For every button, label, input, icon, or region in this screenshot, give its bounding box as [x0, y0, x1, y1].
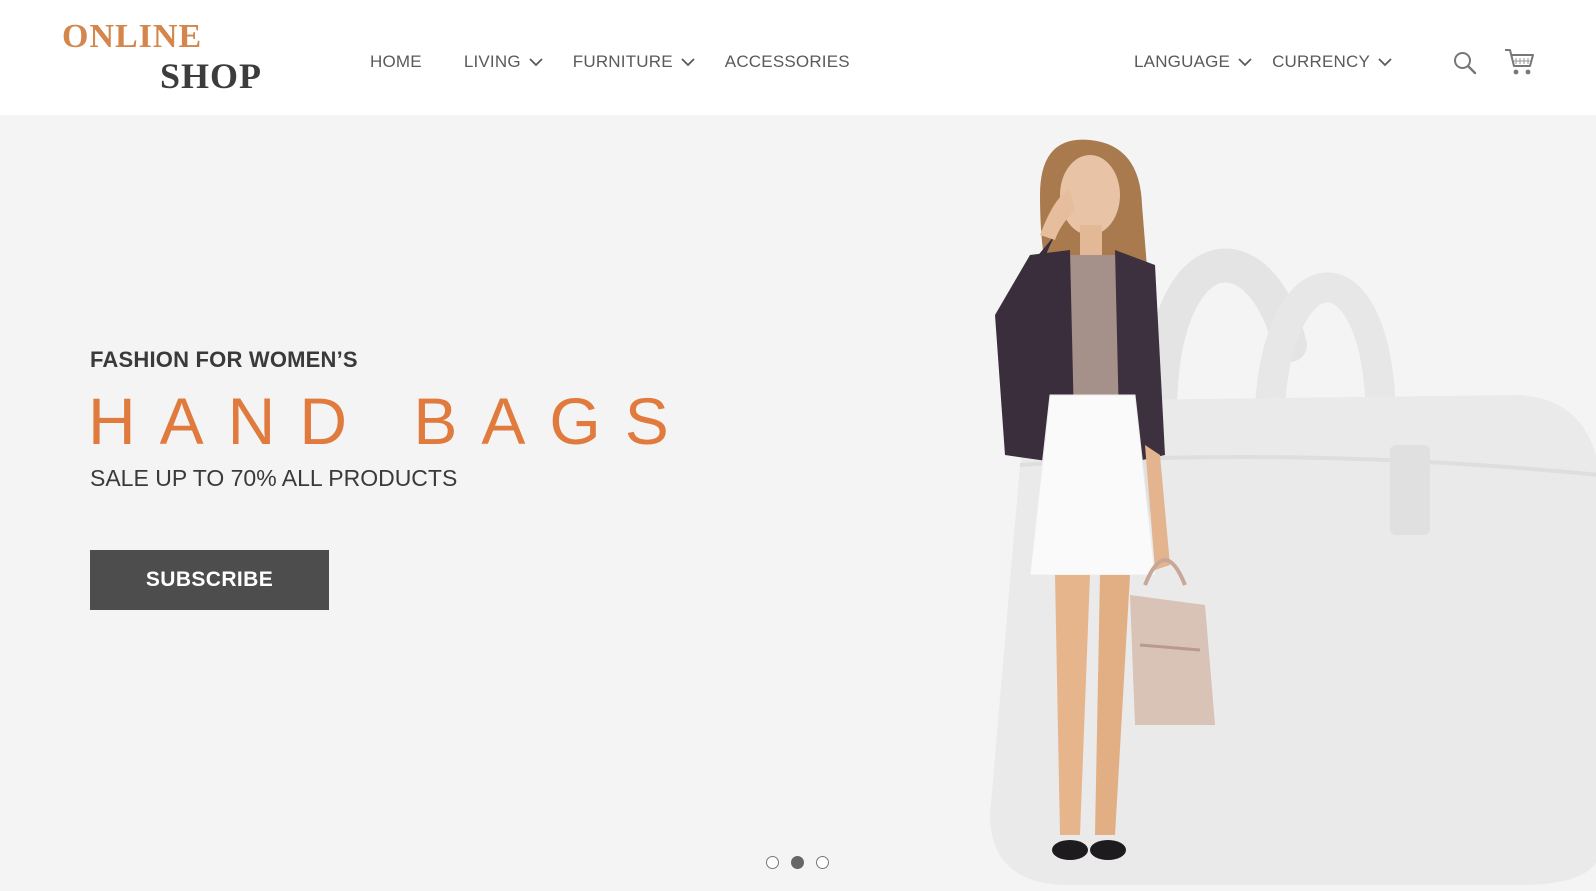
main-nav: HOME LIVING FURNITURE ACCESSORIES	[370, 51, 850, 73]
site-logo[interactable]: ONLINE SHOP	[62, 18, 263, 96]
nav-furniture-label: FURNITURE	[572, 52, 673, 71]
nav-home-label: HOME	[370, 52, 422, 71]
chevron-down-icon	[681, 57, 695, 67]
carousel-dots	[766, 856, 829, 869]
chevron-down-icon	[1378, 57, 1392, 67]
logo-line-online: ONLINE	[62, 18, 203, 55]
logo-line-shop: SHOP	[160, 56, 263, 96]
language-dropdown[interactable]: LANGUAGE	[1134, 52, 1252, 72]
hero-image	[960, 115, 1596, 891]
hero-illustration	[990, 139, 1596, 885]
carousel-dot-3[interactable]	[816, 856, 829, 869]
nav-accessories[interactable]: ACCESSORIES	[725, 52, 850, 72]
nav-accessories-label: ACCESSORIES	[724, 52, 850, 71]
chevron-down-icon	[529, 57, 543, 67]
subscribe-button[interactable]: SUBSCRIBE	[90, 550, 329, 610]
hero-headline: HAND BAGS	[88, 384, 693, 458]
chevron-down-icon	[1238, 57, 1252, 67]
site-header: ONLINE SHOP HOME LIVING FURNITURE ACCESS…	[0, 0, 1596, 115]
search-icon[interactable]	[1452, 50, 1478, 76]
nav-home[interactable]: HOME	[370, 52, 422, 72]
cart-icon[interactable]	[1504, 46, 1536, 78]
locale-nav: LANGUAGE CURRENCY	[1134, 51, 1392, 73]
carousel-dot-2[interactable]	[791, 856, 804, 869]
hero-banner: FASHION FOR WOMEN’S HAND BAGS SALE UP TO…	[0, 115, 1596, 891]
hero-tagline: SALE UP TO 70% ALL PRODUCTS	[90, 465, 458, 491]
currency-label: CURRENCY	[1272, 52, 1371, 71]
language-label: LANGUAGE	[1134, 52, 1231, 71]
nav-living[interactable]: LIVING	[464, 52, 543, 72]
nav-furniture[interactable]: FURNITURE	[573, 52, 695, 72]
nav-living-label: LIVING	[463, 52, 521, 71]
hero-subtitle: FASHION FOR WOMEN’S	[90, 347, 358, 372]
currency-dropdown[interactable]: CURRENCY	[1272, 52, 1392, 72]
carousel-dot-1[interactable]	[766, 856, 779, 869]
